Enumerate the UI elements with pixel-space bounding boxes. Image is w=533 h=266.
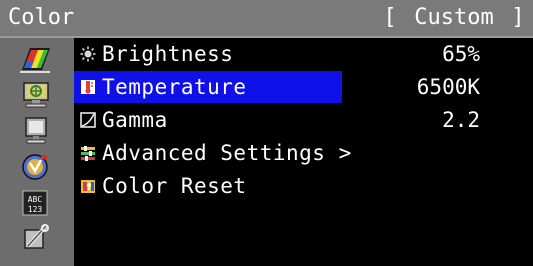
- bottom-edge: [74, 262, 533, 266]
- menu-item-label: Advanced Settings >: [102, 141, 352, 165]
- temperature-icon: [80, 79, 96, 95]
- temperature-value: 6500K: [416, 75, 480, 99]
- mode-bracket-close: ]: [511, 5, 525, 30]
- screen-icon[interactable]: [16, 80, 54, 110]
- advanced-settings-icon: [80, 145, 96, 161]
- color-mode-name: Custom: [414, 5, 494, 30]
- menu-item-label: Temperature: [102, 75, 247, 99]
- color-icon[interactable]: [16, 44, 54, 74]
- osd-menu: Color [ Custom] ABC 123 Brightness 65% Te…: [0, 0, 533, 266]
- color-mode-indicator: [ Custom]: [380, 5, 528, 31]
- power-icon[interactable]: [16, 152, 54, 182]
- mode-bracket-open: [: [383, 5, 397, 30]
- brightness-icon: [80, 46, 96, 62]
- gamma-icon: [80, 112, 96, 128]
- gamma-value: 2.2: [442, 108, 480, 132]
- brightness-value: 65%: [442, 42, 480, 66]
- category-sidebar: ABC 123: [0, 38, 74, 266]
- language-icon[interactable]: ABC 123: [16, 188, 54, 218]
- tools-icon[interactable]: [16, 222, 54, 252]
- menu-item-label: Gamma: [102, 108, 168, 132]
- menu-item-gamma[interactable]: Gamma 2.2: [74, 104, 533, 136]
- monitor-icon[interactable]: [16, 116, 54, 146]
- menu-title: Color: [8, 5, 75, 30]
- color-reset-icon: [80, 178, 96, 194]
- menu-item-temperature[interactable]: Temperature 6500K: [74, 71, 533, 103]
- menu-item-label: Color Reset: [102, 174, 247, 198]
- menu-item-brightness[interactable]: Brightness 65%: [74, 38, 533, 70]
- menu-item-label: Brightness: [102, 42, 234, 66]
- menu-item-color-reset[interactable]: Color Reset: [74, 170, 533, 202]
- svg-text:ABC: ABC: [28, 195, 43, 204]
- menu-item-advanced-settings[interactable]: Advanced Settings >: [74, 137, 533, 169]
- svg-text:123: 123: [28, 205, 43, 214]
- title-bar: Color [ Custom]: [0, 0, 533, 38]
